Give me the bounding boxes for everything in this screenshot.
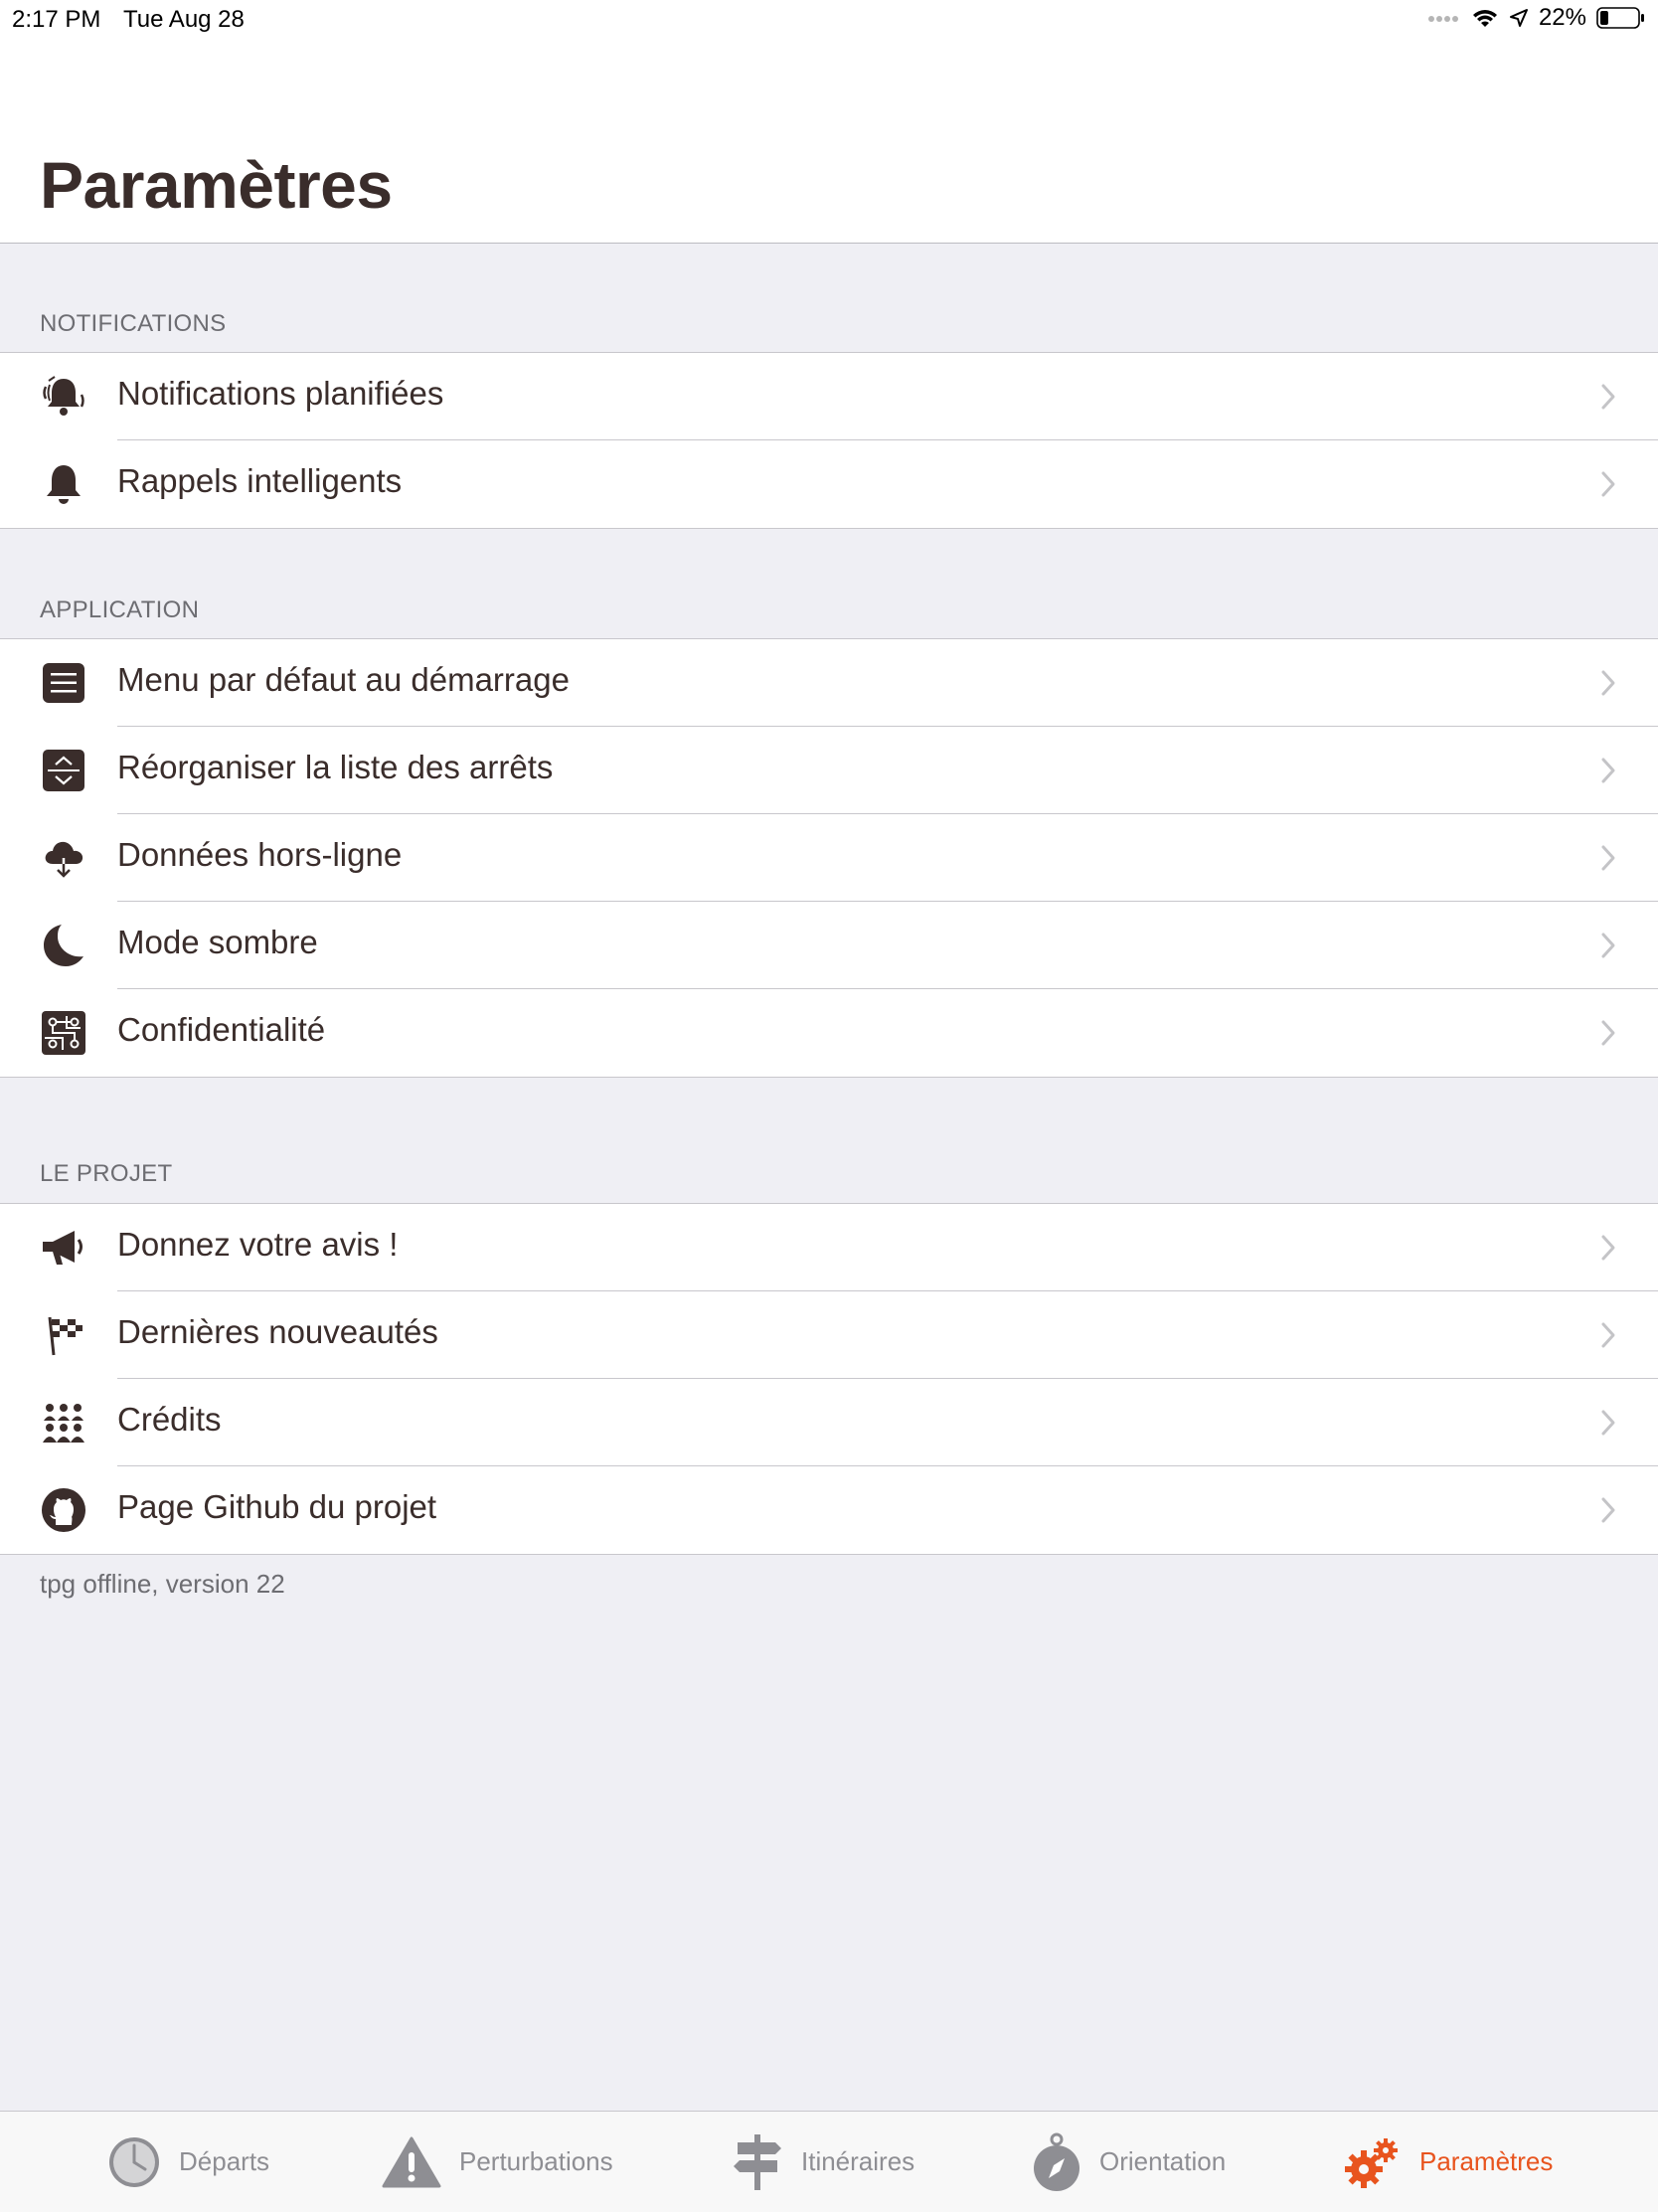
version-footer: tpg offline, version 22 — [40, 1569, 285, 1599]
people-icon — [40, 1399, 87, 1446]
bell-icon — [40, 460, 87, 508]
chevron-right-icon — [1601, 1497, 1615, 1523]
row-confidentialite[interactable]: Confidentialité — [0, 989, 1658, 1077]
chevron-right-icon — [1601, 471, 1615, 497]
clock-icon — [107, 2135, 161, 2189]
row-label: Données hors-ligne — [117, 836, 403, 873]
tab-orientation[interactable]: Orientation — [1032, 2112, 1226, 2212]
row-page-github[interactable]: Page Github du projet — [0, 1466, 1658, 1554]
battery-icon — [1596, 6, 1646, 30]
row-label: Rappels intelligents — [117, 462, 403, 499]
signpost-icon — [732, 2132, 783, 2192]
tab-label: Perturbations — [459, 2146, 613, 2176]
row-donnez-votre-avis[interactable]: Donnez votre avis ! — [0, 1204, 1658, 1291]
chevron-right-icon — [1601, 1410, 1615, 1436]
row-label: Notifications planifiées — [117, 375, 444, 412]
tab-itineraires[interactable]: Itinéraires — [732, 2112, 914, 2212]
chevron-right-icon — [1601, 758, 1615, 783]
row-label: Mode sombre — [117, 924, 318, 960]
chevron-right-icon — [1601, 670, 1615, 696]
row-menu-par-defaut[interactable]: Menu par défaut au démarrage — [0, 639, 1658, 727]
bell-ringing-icon — [40, 373, 87, 421]
status-date: Tue Aug 28 — [123, 6, 245, 33]
row-label: Page Github du projet — [117, 1488, 437, 1525]
tab-perturbations[interactable]: Perturbations — [382, 2112, 613, 2212]
chevron-right-icon — [1601, 1020, 1615, 1046]
section-application: Menu par défaut au démarrage Réorganiser… — [0, 638, 1658, 1078]
tab-departs[interactable]: Départs — [107, 2112, 269, 2212]
gears-icon — [1342, 2134, 1402, 2190]
location-arrow-icon — [1509, 8, 1529, 28]
row-dernieres-nouveautes[interactable]: Dernières nouveautés — [0, 1291, 1658, 1379]
tab-parametres[interactable]: Paramètres — [1342, 2112, 1553, 2212]
section-header-application: APPLICATION — [40, 596, 200, 623]
row-reorganiser-arrets[interactable]: Réorganiser la liste des arrêts — [0, 727, 1658, 814]
row-notifications-planifiees[interactable]: Notifications planifiées — [0, 353, 1658, 440]
circuit-icon — [40, 1009, 87, 1057]
row-rappels-intelligents[interactable]: Rappels intelligents — [0, 440, 1658, 528]
section-le-projet: Donnez votre avis ! Dernières nouveautés… — [0, 1203, 1658, 1555]
chevron-right-icon — [1601, 845, 1615, 871]
tab-label: Itinéraires — [801, 2146, 915, 2176]
tab-label: Paramètres — [1419, 2146, 1554, 2176]
moon-icon — [40, 922, 87, 969]
status-indicators: 22% — [1427, 4, 1646, 32]
row-mode-sombre[interactable]: Mode sombre — [0, 902, 1658, 989]
navigation-header: 2:17 PM Tue Aug 28 22% Paramètres — [0, 0, 1658, 244]
row-label: Dernières nouveautés — [117, 1313, 438, 1350]
chevron-right-icon — [1601, 1235, 1615, 1261]
tab-bar: Départs Perturbations Itinéraires Orient… — [0, 2111, 1658, 2212]
page-title: Paramètres — [40, 148, 393, 222]
row-label: Menu par défaut au démarrage — [117, 661, 570, 698]
github-icon — [40, 1486, 87, 1534]
chevron-right-icon — [1601, 384, 1615, 410]
chevron-right-icon — [1601, 933, 1615, 958]
status-bar: 2:17 PM Tue Aug 28 22% — [0, 0, 1658, 40]
reorder-icon — [40, 747, 87, 794]
megaphone-icon — [40, 1224, 87, 1272]
row-label: Réorganiser la liste des arrêts — [117, 749, 554, 785]
row-label: Confidentialité — [117, 1011, 326, 1048]
section-header-le-projet: LE PROJET — [40, 1160, 173, 1187]
wifi-icon — [1471, 7, 1499, 29]
cellular-dots-icon — [1427, 13, 1461, 23]
cloud-download-icon — [40, 834, 87, 882]
row-label: Donnez votre avis ! — [117, 1226, 399, 1263]
row-donnees-hors-ligne[interactable]: Données hors-ligne — [0, 814, 1658, 902]
menu-icon — [40, 659, 87, 707]
section-header-notifications: NOTIFICATIONS — [40, 310, 227, 337]
battery-percent: 22% — [1538, 4, 1586, 31]
section-notifications: Notifications planifiées Rappels intelli… — [0, 352, 1658, 529]
compass-icon — [1032, 2131, 1081, 2193]
tab-label: Orientation — [1099, 2146, 1227, 2176]
chevron-right-icon — [1601, 1322, 1615, 1348]
warning-icon — [382, 2136, 441, 2188]
row-label: Crédits — [117, 1401, 222, 1438]
tab-label: Départs — [179, 2146, 270, 2176]
status-time: 2:17 PM — [12, 6, 101, 33]
row-credits[interactable]: Crédits — [0, 1379, 1658, 1466]
flags-icon — [40, 1311, 87, 1359]
